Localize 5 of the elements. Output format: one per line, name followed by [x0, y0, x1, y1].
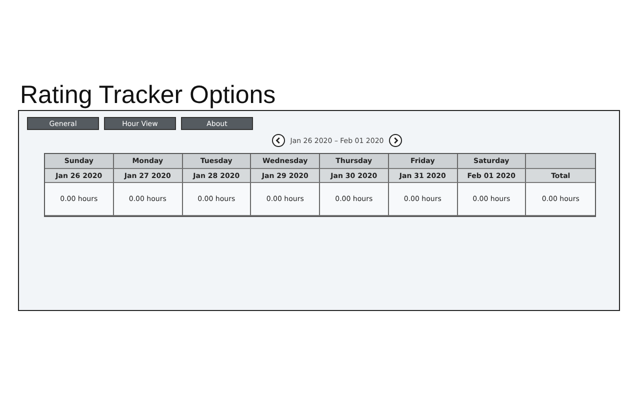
next-button[interactable]	[388, 134, 402, 147]
chevron-left-icon	[275, 137, 282, 144]
previous-button[interactable]	[272, 134, 286, 147]
chevron-right-icon	[392, 137, 399, 144]
page-title: Rating Tracker Options	[20, 80, 277, 110]
